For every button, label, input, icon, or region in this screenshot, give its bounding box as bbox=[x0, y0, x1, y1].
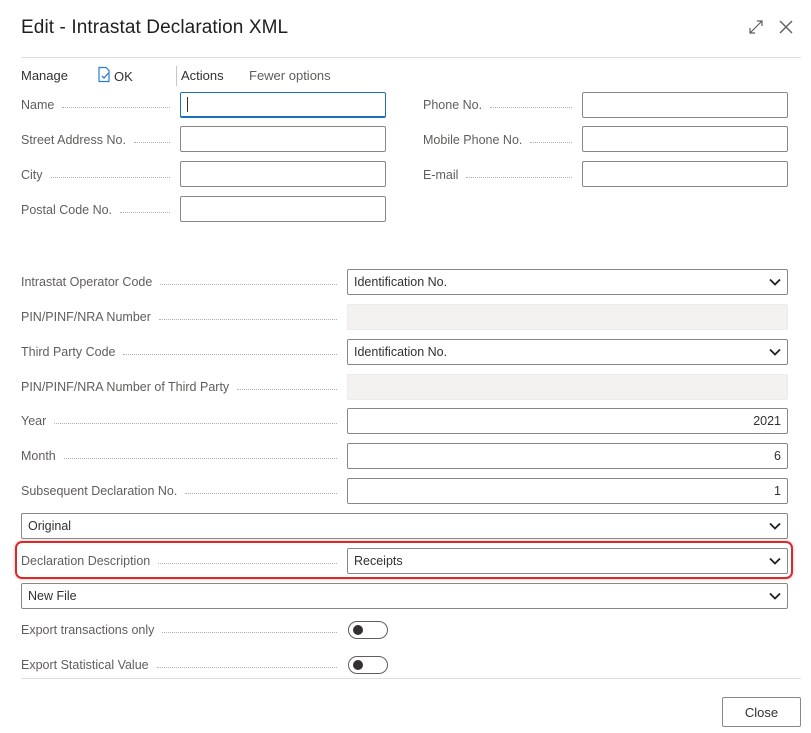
pin-third-party-label: PIN/PINF/NRA Number of Third Party bbox=[21, 374, 343, 400]
third-party-code-select[interactable]: Identification No. bbox=[347, 339, 788, 365]
declaration-description-value: Receipts bbox=[354, 554, 403, 568]
year-label: Year bbox=[21, 408, 343, 434]
name-input[interactable] bbox=[180, 92, 386, 118]
declaration-type-value: Original bbox=[28, 519, 72, 533]
declaration-type-select[interactable]: Original bbox=[21, 513, 788, 539]
dialog-title: Edit - Intrastat Declaration XML bbox=[21, 17, 289, 38]
email-input[interactable] bbox=[582, 161, 788, 187]
phone-input[interactable] bbox=[582, 92, 788, 118]
close-icon[interactable] bbox=[775, 16, 797, 38]
chevron-down-icon bbox=[769, 557, 781, 565]
footer-divider bbox=[21, 678, 801, 679]
city-input[interactable] bbox=[180, 161, 386, 187]
mobile-phone-input[interactable] bbox=[582, 126, 788, 152]
export-transactions-toggle[interactable] bbox=[348, 621, 388, 639]
street-address-input[interactable] bbox=[180, 126, 386, 152]
action-separator bbox=[176, 66, 177, 86]
expand-icon[interactable] bbox=[745, 16, 767, 38]
fewer-options-link[interactable]: Fewer options bbox=[249, 68, 331, 83]
year-input[interactable]: 2021 bbox=[347, 408, 788, 434]
ok-icon bbox=[96, 66, 112, 86]
declaration-description-select[interactable]: Receipts bbox=[347, 548, 788, 574]
month-input[interactable]: 6 bbox=[347, 443, 788, 469]
email-label: E-mail bbox=[423, 162, 578, 188]
pin-input bbox=[347, 304, 788, 330]
operator-code-value: Identification No. bbox=[354, 275, 448, 289]
chevron-down-icon bbox=[769, 348, 781, 356]
toggle-knob bbox=[353, 660, 363, 670]
toggle-knob bbox=[353, 625, 363, 635]
pin-label: PIN/PINF/NRA Number bbox=[21, 304, 343, 330]
pin-third-party-input bbox=[347, 374, 788, 400]
text-cursor bbox=[187, 97, 188, 112]
chevron-down-icon bbox=[769, 522, 781, 530]
city-label: City bbox=[21, 162, 176, 188]
third-party-code-label: Third Party Code bbox=[21, 339, 343, 365]
export-statistical-label: Export Statistical Value bbox=[21, 652, 343, 678]
street-address-label: Street Address No. bbox=[21, 127, 176, 153]
operator-code-label: Intrastat Operator Code bbox=[21, 269, 343, 295]
export-statistical-toggle[interactable] bbox=[348, 656, 388, 674]
name-label: Name bbox=[21, 92, 176, 118]
declaration-description-label: Declaration Description bbox=[21, 548, 343, 574]
postal-code-label: Postal Code No. bbox=[21, 197, 176, 223]
chevron-down-icon bbox=[769, 278, 781, 286]
close-button[interactable]: Close bbox=[722, 697, 801, 727]
action-bar: Manage OK Actions Fewer options bbox=[21, 58, 801, 94]
subsequent-declaration-label: Subsequent Declaration No. bbox=[21, 478, 343, 504]
ok-button[interactable]: OK bbox=[96, 66, 133, 86]
file-type-select[interactable]: New File bbox=[21, 583, 788, 609]
file-type-value: New File bbox=[28, 589, 77, 603]
export-transactions-label: Export transactions only bbox=[21, 617, 343, 643]
third-party-code-value: Identification No. bbox=[354, 345, 448, 359]
mobile-phone-label: Mobile Phone No. bbox=[423, 127, 578, 153]
ok-label: OK bbox=[114, 68, 133, 84]
manage-menu[interactable]: Manage bbox=[21, 68, 68, 83]
actions-menu[interactable]: Actions bbox=[181, 68, 224, 83]
chevron-down-icon bbox=[769, 592, 781, 600]
month-label: Month bbox=[21, 443, 343, 469]
operator-code-select[interactable]: Identification No. bbox=[347, 269, 788, 295]
subsequent-declaration-input[interactable]: 1 bbox=[347, 478, 788, 504]
phone-label: Phone No. bbox=[423, 92, 578, 118]
postal-code-input[interactable] bbox=[180, 196, 386, 222]
